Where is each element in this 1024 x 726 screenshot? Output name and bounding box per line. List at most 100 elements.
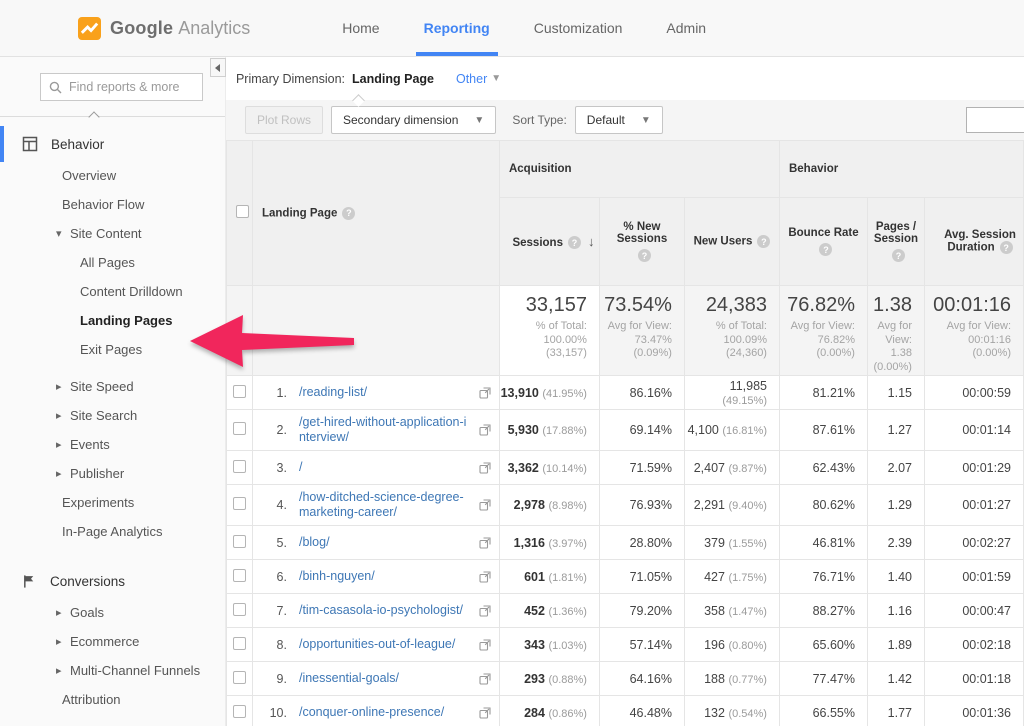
open-page-icon[interactable]	[479, 461, 491, 474]
help-icon[interactable]: ?	[757, 235, 771, 248]
new-users-column-header[interactable]: New Users?	[683, 197, 780, 286]
row-number: 8.	[276, 637, 287, 652]
row-checkbox[interactable]	[232, 704, 246, 718]
bounce-rate-column-header[interactable]: Bounce Rate?	[778, 197, 868, 286]
sidebar-item-label: Site Search	[70, 408, 138, 423]
sidebar-item-experiments[interactable]: Experiments	[0, 488, 225, 517]
sidebar-item-ecommerce[interactable]: ▸ Ecommerce	[0, 627, 225, 656]
sidebar-item-goals[interactable]: ▸ Goals	[0, 598, 225, 627]
other-dimension-link[interactable]: Other	[456, 72, 487, 86]
nav-reporting[interactable]: Reporting	[402, 0, 512, 56]
landing-page-link[interactable]: /binh-nguyen/	[299, 569, 471, 584]
open-page-icon[interactable]	[479, 386, 491, 399]
sessions-cell: 1,316 (3.97%)	[498, 525, 600, 560]
table-filter-input[interactable]	[966, 107, 1024, 133]
row-number: 5.	[276, 535, 287, 550]
totals-label-cell	[251, 285, 500, 376]
help-icon[interactable]: ?	[819, 243, 833, 256]
landing-page-link[interactable]: /get-hired-without-application-interview…	[299, 415, 471, 445]
nav-home[interactable]: Home	[320, 0, 401, 56]
help-icon[interactable]: ?	[999, 241, 1013, 254]
help-icon[interactable]: ?	[637, 249, 651, 262]
sidebar-item-conversions[interactable]: Conversions	[0, 564, 225, 598]
nav-admin[interactable]: Admin	[644, 0, 728, 56]
caret-right-icon: ▸	[56, 410, 62, 422]
sidebar-item-content-drilldown[interactable]: Content Drilldown	[0, 277, 225, 306]
acquisition-group-header: Acquisition	[498, 140, 780, 198]
sessions-cell: 3,362 (10.14%)	[498, 450, 600, 485]
sidebar-item-exit-pages[interactable]: Exit Pages	[0, 335, 225, 364]
open-page-icon[interactable]	[479, 672, 491, 685]
sidebar-item-events[interactable]: ▸ Events	[0, 430, 225, 459]
row-checkbox[interactable]	[232, 497, 246, 510]
row-checkbox[interactable]	[232, 636, 246, 650]
sidebar-item-label: Behavior	[51, 136, 105, 152]
open-page-icon[interactable]	[479, 570, 491, 583]
avg-duration-cell: 00:00:47	[923, 593, 1024, 628]
pages-session-cell: 1.40	[866, 559, 925, 594]
sidebar-item-attribution[interactable]: Attribution	[0, 685, 225, 714]
search-icon	[49, 81, 62, 93]
open-page-icon[interactable]	[479, 499, 491, 511]
open-page-icon[interactable]	[479, 536, 491, 549]
landing-page-link[interactable]: /how-ditched-science-degree-marketing-ca…	[299, 490, 471, 520]
table-row: 3. / 3,362 (10.14%) 71.59% 2,407 (9.87%)…	[225, 450, 1024, 485]
sidebar-item-overview[interactable]: Overview	[0, 161, 225, 190]
find-reports-input[interactable]	[69, 80, 189, 94]
open-page-icon[interactable]	[479, 706, 491, 719]
sidebar-collapse-button[interactable]	[209, 58, 226, 77]
row-checkbox[interactable]	[232, 459, 246, 473]
row-checkbox[interactable]	[232, 422, 246, 435]
sidebar-item-all-pages[interactable]: All Pages	[0, 248, 225, 277]
row-checkbox[interactable]	[232, 534, 246, 548]
row-checkbox[interactable]	[232, 670, 246, 684]
help-icon[interactable]: ?	[567, 236, 581, 250]
pages-session-column-header[interactable]: Pages / Session?	[866, 197, 925, 286]
landing-page-link[interactable]: /opportunities-out-of-league/	[299, 637, 471, 652]
landing-page-link[interactable]: /reading-list/	[299, 385, 471, 400]
avg-duration-column-header[interactable]: Avg. Session Duration?	[923, 197, 1024, 286]
bounce-rate-cell: 81.21%	[778, 375, 868, 410]
landing-page-link[interactable]: /	[299, 460, 471, 475]
plot-rows-button[interactable]: Plot Rows	[244, 106, 323, 134]
sidebar-item-site-content[interactable]: ▾ Site Content	[0, 219, 225, 248]
sort-type-dropdown[interactable]: Default ▼	[574, 106, 663, 134]
pct-new-sessions-column-header[interactable]: % New Sessions?	[598, 197, 685, 286]
sidebar-item-publisher[interactable]: ▸ Publisher	[0, 459, 225, 488]
google-analytics-logo[interactable]: Google Analytics	[78, 0, 250, 56]
sidebar-item-label: Landing Pages	[80, 313, 173, 328]
bounce-rate-cell: 80.62%	[778, 484, 868, 526]
table-row: 10. /conquer-online-presence/ 284 (0.86%…	[225, 695, 1024, 726]
open-page-icon[interactable]	[479, 638, 491, 651]
sessions-cell: 5,930 (17.88%)	[498, 409, 600, 451]
nav-customization[interactable]: Customization	[512, 0, 645, 56]
primary-dimension-bar: Primary Dimension: Landing Page Other ▼	[225, 57, 1024, 107]
help-icon[interactable]: ?	[342, 206, 356, 220]
primary-dimension-value[interactable]: Landing Page	[352, 72, 434, 86]
sidebar-item-behavior[interactable]: Behavior	[0, 126, 225, 162]
landing-page-column-header[interactable]: Landing Page?	[251, 140, 500, 286]
sidebar-item-in-page-analytics[interactable]: In-Page Analytics	[0, 517, 225, 546]
totals-row: 33,157% of Total: 100.00% (33,157) 73.54…	[225, 285, 1024, 376]
row-checkbox[interactable]	[232, 384, 246, 398]
landing-page-link[interactable]: /conquer-online-presence/	[299, 705, 471, 720]
select-all-checkbox[interactable]	[235, 205, 249, 218]
sidebar-item-site-speed[interactable]: ▸ Site Speed	[0, 372, 225, 401]
sidebar-search[interactable]	[40, 73, 203, 101]
sidebar-item-landing-pages[interactable]: Landing Pages	[0, 306, 225, 335]
landing-page-link[interactable]: /blog/	[299, 535, 471, 550]
open-page-icon[interactable]	[479, 424, 491, 436]
sidebar-item-behavior-flow[interactable]: Behavior Flow	[0, 190, 225, 219]
secondary-dimension-dropdown[interactable]: Secondary dimension ▼	[331, 106, 497, 134]
sidebar-item-label: Attribution	[62, 692, 121, 707]
sidebar-item-label: Content Drilldown	[80, 284, 183, 299]
help-icon[interactable]: ?	[891, 249, 905, 262]
sidebar-item-multi-channel-funnels[interactable]: ▸ Multi-Channel Funnels	[0, 656, 225, 685]
row-checkbox[interactable]	[232, 568, 246, 582]
sidebar-item-site-search[interactable]: ▸ Site Search	[0, 401, 225, 430]
landing-page-link[interactable]: /tim-casasola-io-psychologist/	[299, 603, 471, 618]
open-page-icon[interactable]	[479, 604, 491, 617]
sessions-column-header[interactable]: Sessions? ↓	[498, 197, 600, 286]
landing-page-link[interactable]: /inessential-goals/	[299, 671, 471, 686]
row-checkbox[interactable]	[232, 602, 246, 616]
